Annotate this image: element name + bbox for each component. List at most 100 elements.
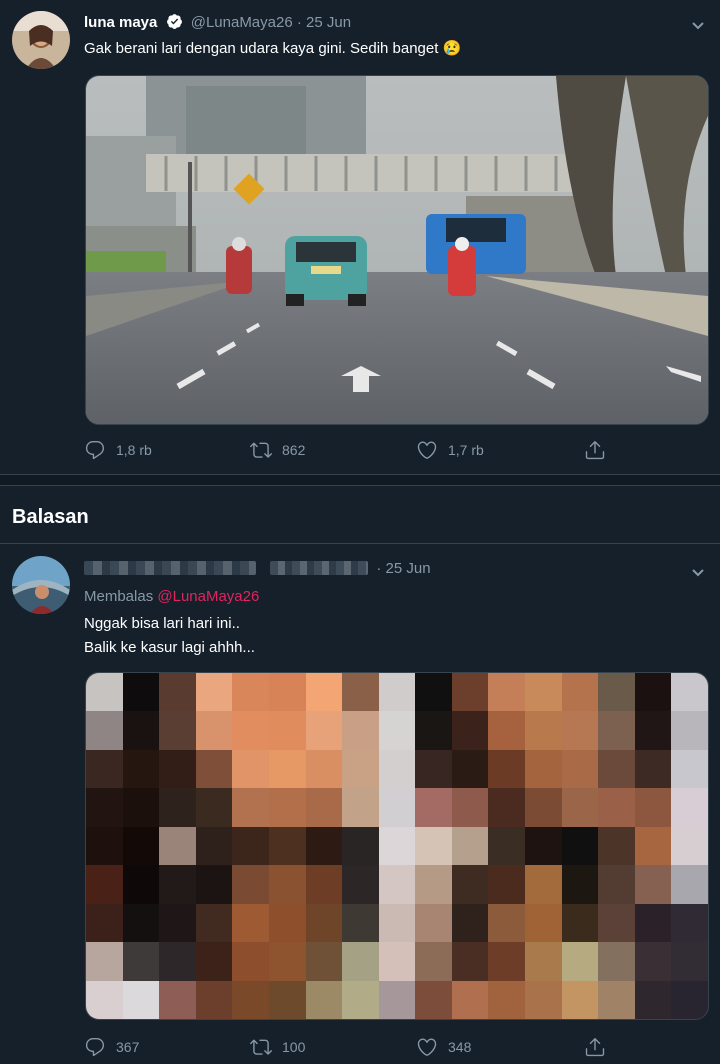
mosaic-tile — [598, 980, 636, 1019]
mosaic-tile — [671, 980, 708, 1019]
mosaic-tile — [415, 788, 453, 828]
mosaic-tile — [86, 903, 123, 943]
retweet-icon — [250, 442, 272, 458]
blurred-handle — [270, 561, 369, 575]
mosaic-tile — [195, 826, 233, 866]
mosaic-tile — [634, 980, 672, 1019]
like-button[interactable]: 348 — [416, 1036, 471, 1058]
mosaic-tile — [451, 788, 489, 828]
mosaic-tile — [342, 942, 380, 982]
reply-date[interactable]: · 25 Jun — [376, 560, 430, 577]
reply-count: 1,8 rb — [116, 442, 152, 458]
mosaic-tile — [195, 749, 233, 789]
mosaic-tile — [232, 903, 270, 943]
mosaic-tile — [415, 673, 453, 712]
mosaic-tile — [378, 749, 416, 789]
mosaic-tile — [159, 942, 197, 982]
mosaic-tile — [561, 865, 599, 905]
mosaic-tile — [232, 749, 270, 789]
mosaic-tile — [342, 826, 380, 866]
mosaic-tile — [561, 903, 599, 943]
mosaic-tile — [634, 826, 672, 866]
mosaic-tile — [305, 788, 343, 828]
mosaic-tile — [342, 711, 380, 751]
mosaic-tile — [86, 826, 123, 866]
mosaic-tile — [122, 903, 160, 943]
mosaic-tile — [525, 673, 563, 712]
mosaic-tile — [195, 980, 233, 1019]
mosaic-tile — [378, 942, 416, 982]
mosaic-tile — [232, 673, 270, 712]
avatar[interactable] — [12, 11, 70, 69]
chevron-down-icon[interactable] — [691, 18, 705, 30]
share-button[interactable] — [584, 1036, 616, 1058]
mosaic-tile — [598, 673, 636, 712]
mosaic-tile — [525, 788, 563, 828]
mosaic-tile — [671, 865, 708, 905]
reply-button[interactable]: 367 — [84, 1036, 139, 1058]
reply-photo-pixelated[interactable] — [85, 672, 709, 1020]
mosaic-tile — [488, 865, 526, 905]
mosaic-tile — [122, 865, 160, 905]
mosaic-tile — [525, 711, 563, 751]
mosaic-tile — [634, 865, 672, 905]
mosaic-tile — [378, 865, 416, 905]
mosaic-tile — [268, 865, 306, 905]
tweet-date[interactable]: · 25 Jun — [297, 14, 351, 31]
mosaic-tile — [342, 673, 380, 712]
mosaic-tile — [598, 903, 636, 943]
mosaic-tile — [342, 788, 380, 828]
reply-actions: 367 100 348 — [84, 1036, 605, 1060]
mosaic-tile — [634, 942, 672, 982]
reply-avatar[interactable] — [12, 556, 70, 614]
replying-to-label: Membalas — [84, 588, 154, 605]
mosaic-tile — [342, 903, 380, 943]
reply-tweet[interactable]: · 25 Jun Membalas @LunaMaya26 Nggak bisa… — [0, 544, 720, 1064]
mosaic-tile — [525, 749, 563, 789]
street-photo — [86, 76, 708, 424]
mosaic-tile — [305, 673, 343, 712]
like-count: 348 — [448, 1039, 472, 1055]
tweet-photo[interactable] — [85, 75, 709, 425]
share-icon — [585, 1038, 605, 1057]
mosaic-tile — [561, 711, 599, 751]
display-name[interactable]: luna maya — [84, 14, 157, 31]
mosaic-tile — [159, 673, 197, 712]
mosaic-tile — [122, 942, 160, 982]
mosaic-tile — [305, 826, 343, 866]
retweet-count: 100 — [282, 1039, 306, 1055]
mosaic-tile — [451, 826, 489, 866]
retweet-button[interactable]: 862 — [250, 439, 305, 461]
like-button[interactable]: 1,7 rb — [416, 439, 484, 461]
mosaic-tile — [378, 980, 416, 1019]
mosaic-tile — [671, 903, 708, 943]
mosaic-tile — [159, 865, 197, 905]
main-tweet[interactable]: luna maya @LunaMaya26 · 25 Jun Gak beran… — [0, 0, 720, 470]
share-button[interactable] — [584, 439, 616, 461]
chevron-down-icon[interactable] — [691, 565, 705, 577]
mosaic-tile — [561, 980, 599, 1019]
mosaic-tile — [232, 788, 270, 828]
mosaic-tile — [122, 711, 160, 751]
mosaic-tile — [122, 788, 160, 828]
reply-icon — [85, 1038, 105, 1057]
mosaic-tile — [634, 788, 672, 828]
reply-button[interactable]: 1,8 rb — [84, 439, 152, 461]
mosaic-tile — [378, 711, 416, 751]
mosaic-tile — [268, 942, 306, 982]
section-divider — [0, 474, 720, 486]
mosaic-tile — [671, 788, 708, 828]
mosaic-tile — [525, 865, 563, 905]
reply-text-line-1: Nggak bisa lari hari ini.. — [84, 615, 240, 632]
mosaic-tile — [598, 865, 636, 905]
mosaic-tile — [671, 711, 708, 751]
like-icon — [417, 1038, 437, 1056]
mosaic-tile — [232, 980, 270, 1019]
mosaic-tile — [561, 749, 599, 789]
retweet-button[interactable]: 100 — [250, 1036, 305, 1058]
mosaic-tile — [378, 903, 416, 943]
handle[interactable]: @LunaMaya26 — [191, 14, 293, 31]
reply-icon — [85, 441, 105, 460]
mosaic-tile — [305, 865, 343, 905]
replying-to-handle[interactable]: @LunaMaya26 — [157, 588, 259, 605]
